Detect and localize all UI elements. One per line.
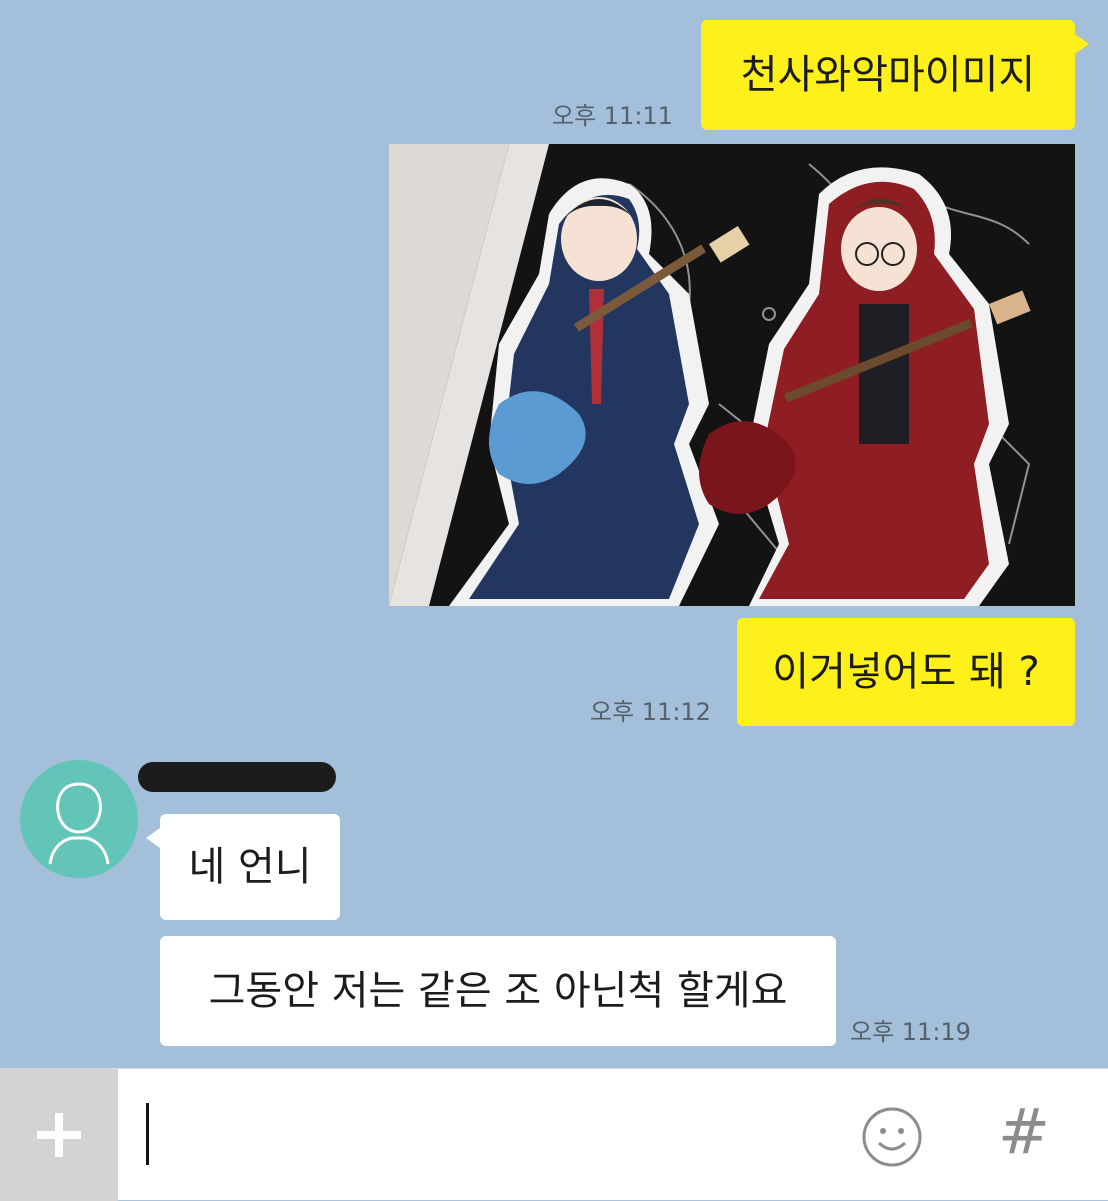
bubble-tail — [1075, 34, 1089, 54]
message-input-bar: # — [0, 1068, 1108, 1201]
message-text: 이거넣어도 돼 ? — [772, 649, 1040, 695]
attach-button[interactable] — [0, 1069, 118, 1201]
message-text: 네 언니 — [188, 844, 312, 890]
message-text: 천사와악마이미지 — [740, 52, 1036, 98]
my-message-bubble[interactable]: 천사와악마이미지 — [701, 20, 1075, 130]
avatar[interactable] — [20, 760, 138, 878]
plus-icon — [37, 1113, 81, 1157]
message-text: 그동안 저는 같은 조 아닌척 할게요 — [208, 968, 788, 1014]
their-message-bubble[interactable]: 네 언니 — [160, 814, 340, 920]
message-time: 오후 11:12 — [590, 698, 711, 726]
hash-icon[interactable]: # — [998, 1095, 1050, 1168]
default-profile-icon — [48, 782, 110, 865]
redacted-sender-name — [138, 762, 336, 792]
emoji-button[interactable] — [860, 1105, 924, 1169]
emoji-icon — [862, 1107, 922, 1167]
chat-area[interactable]: 오후 11:11 천사와악마이미지 오후 11:12 이거넣어도 돼 ? 네 언… — [0, 0, 1108, 1068]
sent-photo[interactable] — [389, 144, 1075, 606]
my-message-bubble[interactable]: 이거넣어도 돼 ? — [737, 618, 1075, 726]
message-time: 오후 11:19 — [850, 1018, 971, 1046]
their-message-bubble[interactable]: 그동안 저는 같은 조 아닌척 할게요 — [160, 936, 836, 1046]
anime-bassists-illustration — [389, 144, 1075, 606]
message-time: 오후 11:11 — [552, 102, 673, 130]
bubble-tail — [146, 828, 160, 848]
message-input[interactable] — [140, 1079, 840, 1191]
